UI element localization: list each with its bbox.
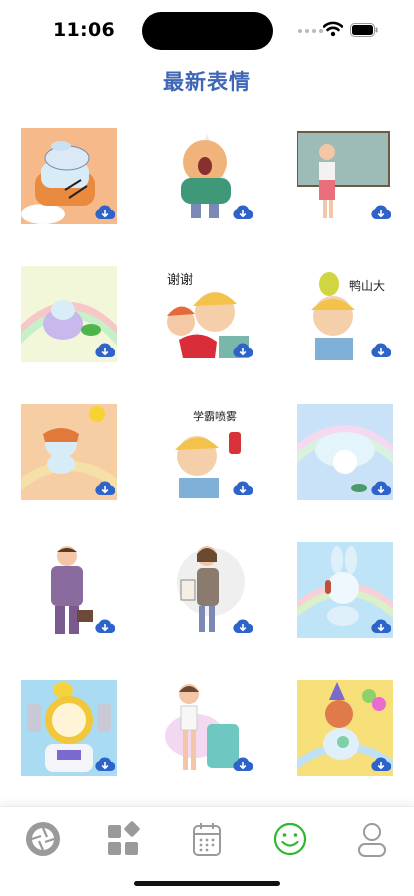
status-time: 11:06 (53, 19, 115, 41)
sticker-caption: 学霸喷雾 (193, 409, 237, 423)
sticker-item[interactable] (21, 542, 117, 638)
download-icon[interactable] (95, 342, 115, 358)
tab-profile[interactable] (352, 819, 392, 859)
smiley-icon (273, 822, 307, 856)
sticker-item[interactable] (297, 680, 393, 776)
grid-icon (108, 821, 140, 855)
download-icon[interactable] (95, 618, 115, 634)
download-icon[interactable] (233, 204, 253, 220)
tab-calendar[interactable] (187, 819, 227, 859)
dynamic-island (142, 12, 273, 50)
battery-icon (350, 23, 378, 37)
download-icon[interactable] (95, 204, 115, 220)
download-icon[interactable] (371, 756, 391, 772)
sticker-item[interactable] (159, 542, 255, 638)
sticker-item[interactable] (297, 128, 393, 224)
download-icon[interactable] (371, 480, 391, 496)
download-icon[interactable] (233, 480, 253, 496)
aperture-icon (26, 822, 60, 856)
sticker-caption: 鸭山大 (349, 279, 385, 293)
sticker-list-screen: 11:06 最新表情 谢谢 鸭山大 学霸喷雾 (0, 0, 414, 896)
sticker-item[interactable] (297, 404, 393, 500)
wifi-icon (323, 21, 343, 37)
sticker-item[interactable]: 谢谢 (159, 266, 255, 362)
sticker-item[interactable] (21, 680, 117, 776)
sticker-item[interactable] (297, 542, 393, 638)
person-icon (358, 823, 386, 857)
status-bar: 11:06 (0, 0, 414, 54)
tab-emoji[interactable] (270, 819, 310, 859)
download-icon[interactable] (371, 618, 391, 634)
download-icon[interactable] (233, 342, 253, 358)
sticker-item[interactable] (21, 404, 117, 500)
tab-aperture[interactable] (23, 819, 63, 859)
download-icon[interactable] (233, 618, 253, 634)
sticker-item[interactable]: 学霸喷雾 (159, 404, 255, 500)
tab-categories[interactable] (104, 819, 144, 859)
sticker-item[interactable] (159, 680, 255, 776)
sticker-item[interactable] (21, 128, 117, 224)
sticker-item[interactable] (21, 266, 117, 362)
download-icon[interactable] (95, 480, 115, 496)
home-indicator (134, 881, 280, 886)
download-icon[interactable] (233, 756, 253, 772)
sticker-caption: 谢谢 (167, 272, 193, 288)
calendar-icon (193, 823, 221, 856)
download-icon[interactable] (371, 204, 391, 220)
download-icon[interactable] (371, 342, 391, 358)
sticker-item[interactable] (159, 128, 255, 224)
sticker-item[interactable]: 鸭山大 (297, 266, 393, 362)
page-title: 最新表情 (163, 70, 251, 94)
download-icon[interactable] (95, 756, 115, 772)
signal-icon (298, 29, 323, 33)
